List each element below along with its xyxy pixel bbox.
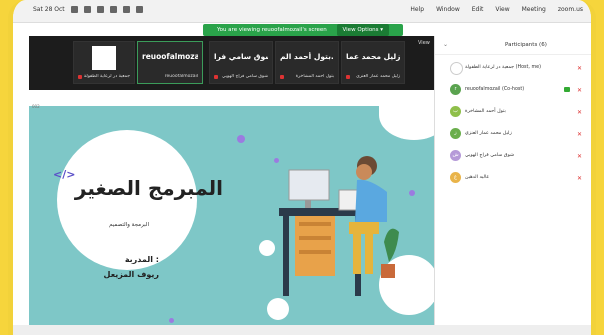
- control-center-icon: [135, 6, 143, 13]
- battery-icon: [109, 6, 117, 13]
- participant-avatar: r: [450, 84, 461, 95]
- participant-avatar: غ: [450, 172, 461, 183]
- participant-name: غاليه الدهين: [465, 175, 489, 180]
- slide-page-number: 002: [32, 104, 40, 109]
- organization-logo: [92, 46, 116, 70]
- video-strip: زليل محمد عما... زليل محمد عمار العنزي ب…: [29, 36, 448, 90]
- title-circle: [57, 130, 197, 270]
- menu-view[interactable]: View: [495, 6, 509, 13]
- participant-avatar: ش: [450, 150, 461, 161]
- video-tile-active[interactable]: reuoofalmozail reuoofalmozail: [137, 41, 203, 84]
- wifi-icon: [96, 6, 104, 13]
- participant-name: بتول أحمد المشاخرة: [465, 109, 506, 114]
- decor-dot: [169, 318, 174, 323]
- menu-window[interactable]: Window: [436, 6, 460, 13]
- participants-title: Participants (6): [505, 42, 547, 48]
- tile-name: reuoofalmozail: [142, 52, 198, 61]
- app-window: Sat 28 Oct Help Window Edit View Meeting…: [8, 0, 596, 335]
- tile-subname: بتول أحمد المشاخرة: [295, 74, 334, 79]
- teacher-name: ريوف المزيعل: [103, 270, 159, 279]
- viewing-banner: You are viewing reuoofalmozail's screen …: [203, 24, 403, 36]
- menu-help[interactable]: Help: [410, 6, 424, 13]
- mic-muted-icon[interactable]: ✕: [577, 109, 582, 116]
- tile-name: شوق سامي فرا...: [214, 52, 268, 61]
- menubar-right: Help Window Edit View Meeting zoom.us: [410, 6, 583, 13]
- participants-header: ⌄ Participants (6): [435, 36, 591, 55]
- video-tile[interactable]: جمعية در لرعاية الطفولة: [73, 41, 135, 84]
- date-text: Sat 28 Oct: [33, 6, 65, 13]
- video-on-icon[interactable]: [564, 87, 570, 92]
- status-icon: [83, 6, 91, 13]
- menu-meeting[interactable]: Meeting: [522, 6, 546, 13]
- participants-panel: ⌄ Participants (6) جمعية در لرعاية الطفو…: [434, 36, 591, 335]
- participant-avatar: ز: [450, 128, 461, 139]
- participant-row[interactable]: ب بتول أحمد المشاخرة ✕: [435, 102, 591, 122]
- slide-subtitle: البرمجة والتصميم: [109, 222, 149, 228]
- video-tile[interactable]: زليل محمد عما... زليل محمد عمار العنزي: [341, 41, 405, 84]
- video-tile[interactable]: شوق سامي فرا... شوق سامي فراج الهويي: [209, 41, 273, 84]
- bottom-bar: [13, 325, 591, 335]
- participant-name: شوق سامي فراج الهويي: [465, 153, 515, 158]
- slide-title: المبرمج الصغير: [74, 176, 223, 200]
- slide-header: [29, 90, 434, 106]
- view-button[interactable]: View: [418, 40, 430, 46]
- shared-slide: 002 </> المبرمج الصغير البرمجة والتصميم …: [29, 90, 434, 325]
- decor-circle: [379, 90, 434, 140]
- participant-row[interactable]: r reuoofalmozail (Co-host) ✕: [435, 80, 591, 100]
- decor-dot: [237, 135, 245, 143]
- programmer-illustration: [279, 156, 399, 296]
- viewing-text: You are viewing reuoofalmozail's screen: [216, 27, 327, 33]
- mic-muted-icon[interactable]: ✕: [577, 87, 582, 94]
- participant-name: جمعية در لرعاية الطفولة (Host, me): [465, 65, 541, 70]
- teacher-label: المدربة :: [124, 255, 159, 264]
- tile-subname: شوق سامي فراج الهويي: [222, 74, 268, 79]
- mic-muted-icon[interactable]: ✕: [577, 65, 582, 72]
- participant-avatar: ب: [450, 106, 461, 117]
- status-icon: [70, 6, 78, 13]
- participant-avatar: [450, 62, 463, 75]
- participant-name: reuoofalmozail (Co-host): [465, 87, 525, 92]
- menu-edit[interactable]: Edit: [472, 6, 484, 13]
- tile-name: بتول أحمد الم...: [280, 52, 334, 61]
- menu-bar: Sat 28 Oct Help Window Edit View Meeting…: [13, 0, 591, 23]
- participant-row[interactable]: ش شوق سامي فراج الهويي ✕: [435, 146, 591, 166]
- participant-row[interactable]: غ غاليه الدهين ✕: [435, 168, 591, 188]
- mic-muted-icon[interactable]: ✕: [577, 153, 582, 160]
- participant-name: زليل محمد عمار العنزي: [465, 131, 512, 136]
- view-options-button[interactable]: View Options ▾: [336, 24, 390, 36]
- video-tile[interactable]: بتول أحمد الم... بتول أحمد المشاخرة: [275, 41, 339, 84]
- menu-zoom[interactable]: zoom.us: [558, 6, 583, 13]
- collapse-icon[interactable]: ⌄: [443, 41, 448, 48]
- participant-row[interactable]: جمعية در لرعاية الطفولة (Host, me) ✕: [435, 58, 591, 78]
- bluetooth-icon: [122, 6, 130, 13]
- decor-dot: [409, 190, 415, 196]
- tile-subname: جمعية در لرعاية الطفولة: [83, 74, 130, 79]
- tile-subname: reuoofalmozail: [164, 74, 198, 79]
- tile-name: زليل محمد عما...: [346, 52, 400, 61]
- mic-muted-icon[interactable]: ✕: [577, 131, 582, 138]
- menubar-left: Sat 28 Oct: [33, 6, 143, 13]
- mic-muted-icon[interactable]: ✕: [577, 175, 582, 182]
- participant-row[interactable]: ز زليل محمد عمار العنزي ✕: [435, 124, 591, 144]
- tile-subname: زليل محمد عمار العنزي: [356, 74, 400, 79]
